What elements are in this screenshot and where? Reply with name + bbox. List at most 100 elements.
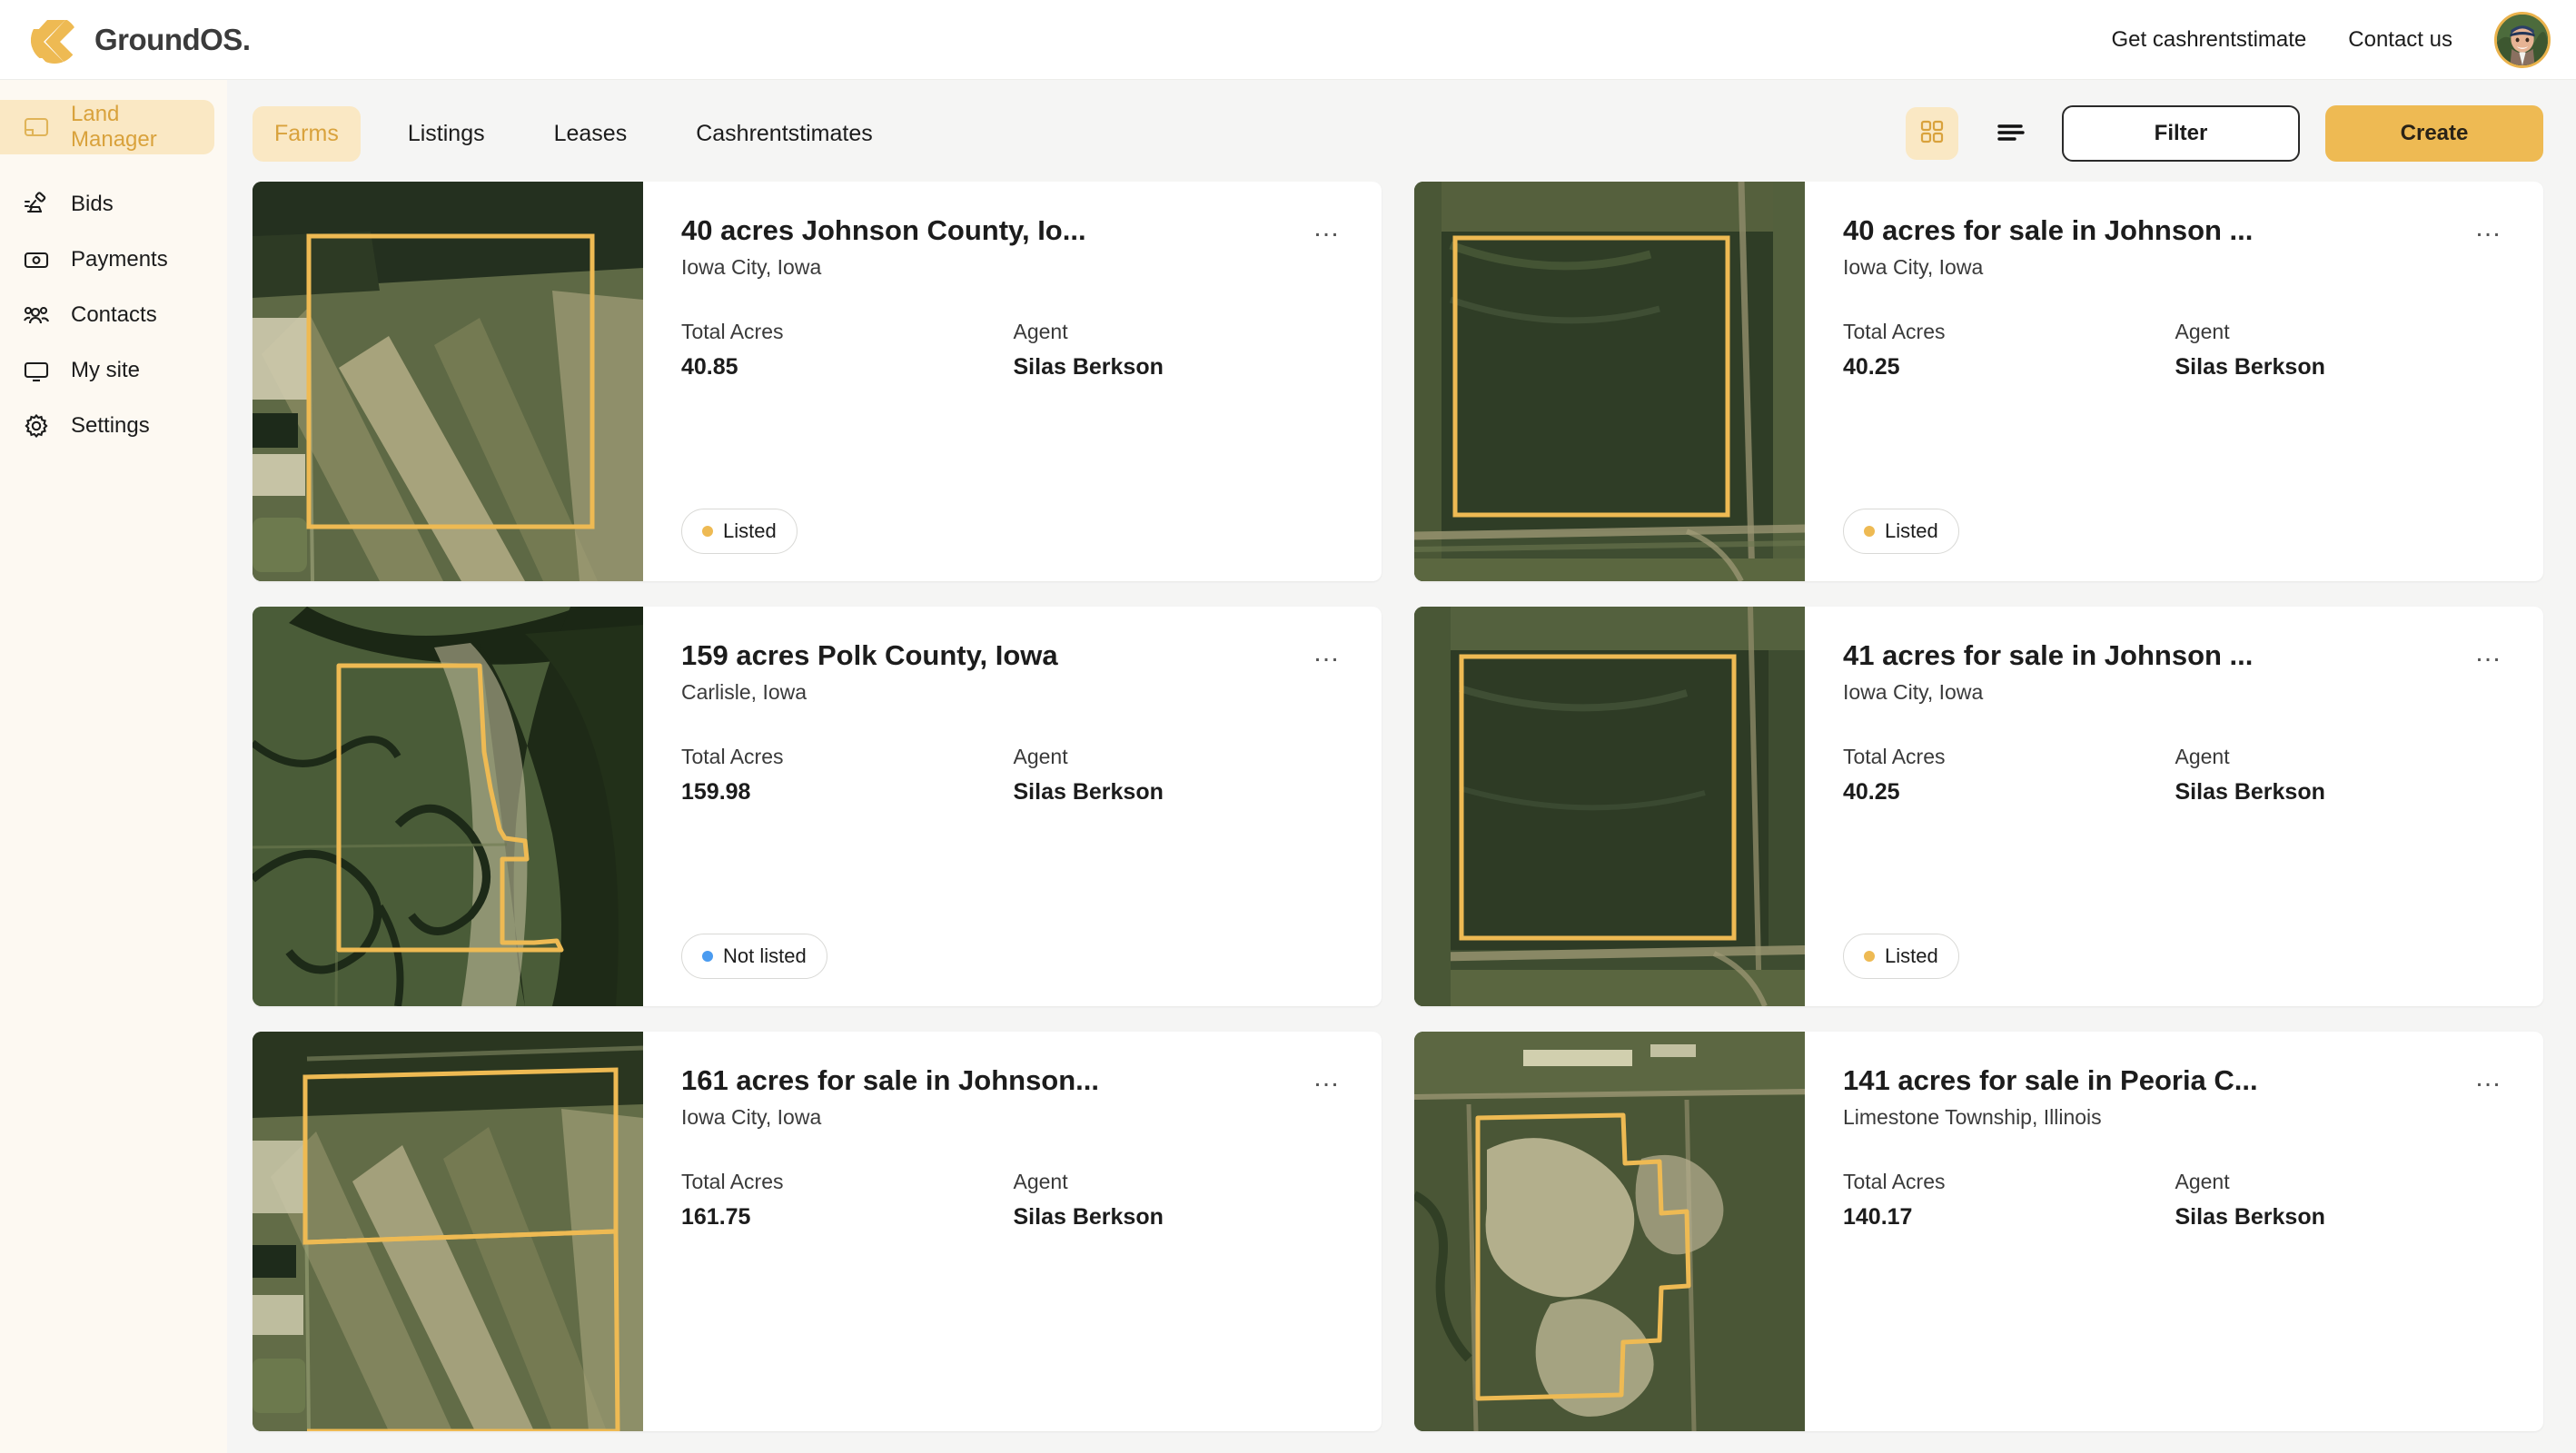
farm-card[interactable]: 40 acres for sale in Johnson ... … Iowa … bbox=[1414, 182, 2543, 581]
farm-map-thumbnail[interactable] bbox=[1414, 607, 1805, 1006]
main-content: Farms Listings Leases Cashrentstimates F… bbox=[227, 80, 2576, 1453]
layout-panel-icon bbox=[22, 113, 51, 142]
tab-listings[interactable]: Listings bbox=[386, 106, 507, 162]
status-label: Not listed bbox=[723, 944, 807, 967]
farm-card-menu-button[interactable]: … bbox=[2469, 214, 2507, 242]
sidebar-label: Contacts bbox=[71, 302, 157, 327]
sidebar-item-land-manager[interactable]: Land Manager bbox=[0, 100, 214, 154]
sidebar-item-payments[interactable]: Payments bbox=[0, 232, 214, 287]
farm-card-body: 41 acres for sale in Johnson ... … Iowa … bbox=[1805, 607, 2543, 1006]
sidebar-label: Land Manager bbox=[71, 102, 157, 152]
stat-value: 40.25 bbox=[1843, 353, 1900, 380]
farm-location: Limestone Township, Illinois bbox=[1843, 1104, 2102, 1129]
farm-card-body: 159 acres Polk County, Iowa … Carlisle, … bbox=[643, 607, 1382, 1006]
farm-title[interactable]: 41 acres for sale in Johnson ... bbox=[1843, 639, 2460, 672]
stat-agent: Agent Silas Berkson bbox=[1014, 745, 1346, 806]
farm-location: Iowa City, Iowa bbox=[1843, 679, 1984, 704]
stat-value: Silas Berkson bbox=[2175, 778, 2325, 805]
farm-card[interactable]: 41 acres for sale in Johnson ... … Iowa … bbox=[1414, 607, 2543, 1006]
header-link-contact-us[interactable]: Contact us bbox=[2348, 27, 2452, 53]
farm-title[interactable]: 141 acres for sale in Peoria C... bbox=[1843, 1064, 2460, 1097]
header-link-get-cashrentstimate[interactable]: Get cashrentstimate bbox=[2112, 27, 2307, 53]
farm-map-thumbnail[interactable] bbox=[253, 607, 643, 1006]
farm-location: Carlisle, Iowa bbox=[681, 679, 807, 704]
create-button[interactable]: Create bbox=[2325, 105, 2543, 162]
stat-label: Agent bbox=[2175, 744, 2230, 768]
sidebar-item-my-site[interactable]: My site bbox=[0, 343, 214, 398]
farm-title[interactable]: 159 acres Polk County, Iowa bbox=[681, 639, 1298, 672]
sidebar-item-settings[interactable]: Settings bbox=[0, 399, 214, 453]
farm-card-menu-button[interactable]: … bbox=[2469, 1064, 2507, 1092]
status-dot bbox=[1864, 951, 1875, 962]
farm-card-menu-button[interactable]: … bbox=[1307, 1064, 1345, 1092]
tab-farms[interactable]: Farms bbox=[253, 105, 361, 162]
farm-stats: Total Acres 40.85 Agent Silas Berkson bbox=[681, 320, 1345, 381]
farm-title[interactable]: 161 acres for sale in Johnson... bbox=[681, 1064, 1298, 1097]
tab-cashrentstimates[interactable]: Cashrentstimates bbox=[674, 106, 895, 162]
stat-value: Silas Berkson bbox=[1013, 353, 1164, 380]
toolbar-actions: Filter Create bbox=[1906, 105, 2543, 162]
grid-view-button[interactable] bbox=[1906, 107, 1958, 160]
stat-agent: Agent Silas Berkson bbox=[2175, 745, 2508, 806]
stat-agent: Agent Silas Berkson bbox=[2175, 1170, 2508, 1231]
status-dot bbox=[1864, 526, 1875, 537]
farm-card[interactable]: 141 acres for sale in Peoria C... … Lime… bbox=[1414, 1032, 2543, 1431]
sidebar-item-bids[interactable]: Bids bbox=[0, 177, 214, 232]
farm-stats: Total Acres 140.17 Agent Silas Berkson bbox=[1843, 1170, 2507, 1231]
stat-value: Silas Berkson bbox=[2175, 353, 2325, 380]
list-view-button[interactable] bbox=[1984, 107, 2036, 160]
stat-label: Agent bbox=[2175, 1169, 2230, 1193]
farm-map-thumbnail[interactable] bbox=[253, 182, 643, 581]
stat-value: Silas Berkson bbox=[2175, 1203, 2325, 1230]
stat-label: Total Acres bbox=[681, 319, 784, 343]
farm-card-body: 141 acres for sale in Peoria C... … Lime… bbox=[1805, 1032, 2543, 1431]
status-dot bbox=[702, 526, 713, 537]
stat-label: Agent bbox=[1013, 319, 1068, 343]
farm-card-menu-button[interactable]: … bbox=[2469, 639, 2507, 667]
farm-map-thumbnail[interactable] bbox=[253, 1032, 643, 1431]
farm-location: Iowa City, Iowa bbox=[681, 254, 822, 279]
stat-value: 159.98 bbox=[681, 778, 751, 805]
farm-card-header: 141 acres for sale in Peoria C... … bbox=[1843, 1064, 2507, 1097]
filter-button[interactable]: Filter bbox=[2062, 105, 2300, 162]
brand[interactable]: GroundOS. bbox=[29, 15, 251, 65]
monitor-icon bbox=[22, 356, 51, 385]
avatar[interactable] bbox=[2494, 11, 2551, 68]
farm-stats: Total Acres 40.25 Agent Silas Berkson bbox=[1843, 320, 2507, 381]
farm-title[interactable]: 40 acres Johnson County, Io... bbox=[681, 214, 1298, 247]
farm-card[interactable]: 159 acres Polk County, Iowa … Carlisle, … bbox=[253, 607, 1382, 1006]
stat-label: Agent bbox=[2175, 319, 2230, 343]
status-badge: Listed bbox=[1843, 934, 1959, 979]
sidebar-label: My site bbox=[71, 358, 141, 382]
farm-stats: Total Acres 40.25 Agent Silas Berkson bbox=[1843, 745, 2507, 806]
farm-card-header: 40 acres for sale in Johnson ... … bbox=[1843, 214, 2507, 247]
gear-icon bbox=[22, 411, 51, 440]
sidebar-item-contacts[interactable]: Contacts bbox=[0, 288, 214, 342]
grid-view-icon bbox=[1917, 117, 1947, 151]
status-label: Listed bbox=[1885, 519, 1938, 542]
farm-stats: Total Acres 161.75 Agent Silas Berkson bbox=[681, 1170, 1345, 1231]
farm-card-menu-button[interactable]: … bbox=[1307, 639, 1345, 667]
farm-card-header: 41 acres for sale in Johnson ... … bbox=[1843, 639, 2507, 672]
farm-card[interactable]: 161 acres for sale in Johnson... … Iowa … bbox=[253, 1032, 1382, 1431]
farm-location: Iowa City, Iowa bbox=[681, 1104, 822, 1129]
farm-card-menu-button[interactable]: … bbox=[1307, 214, 1345, 242]
stat-agent: Agent Silas Berkson bbox=[1014, 320, 1346, 381]
app-shell: Land Manager Bids Payments Contacts My s… bbox=[0, 80, 2576, 1453]
status-label: Listed bbox=[1885, 944, 1938, 967]
farm-map-thumbnail[interactable] bbox=[1414, 182, 1805, 581]
tab-bar: Farms Listings Leases Cashrentstimates bbox=[253, 105, 895, 162]
farm-card[interactable]: 40 acres Johnson County, Io... … Iowa Ci… bbox=[253, 182, 1382, 581]
gavel-icon bbox=[22, 190, 51, 219]
farm-card-header: 161 acres for sale in Johnson... … bbox=[681, 1064, 1345, 1097]
tab-leases[interactable]: Leases bbox=[532, 106, 649, 162]
stat-value: Silas Berkson bbox=[1013, 1203, 1164, 1230]
farm-location: Iowa City, Iowa bbox=[1843, 254, 1984, 279]
farm-map-thumbnail[interactable] bbox=[1414, 1032, 1805, 1431]
farm-stats: Total Acres 159.98 Agent Silas Berkson bbox=[681, 745, 1345, 806]
farm-card-body: 40 acres Johnson County, Io... … Iowa Ci… bbox=[643, 182, 1382, 581]
groundos-logo-icon bbox=[29, 15, 80, 65]
farm-title[interactable]: 40 acres for sale in Johnson ... bbox=[1843, 214, 2460, 247]
sidebar-label: Payments bbox=[71, 247, 168, 272]
stat-label: Total Acres bbox=[1843, 1169, 1946, 1193]
